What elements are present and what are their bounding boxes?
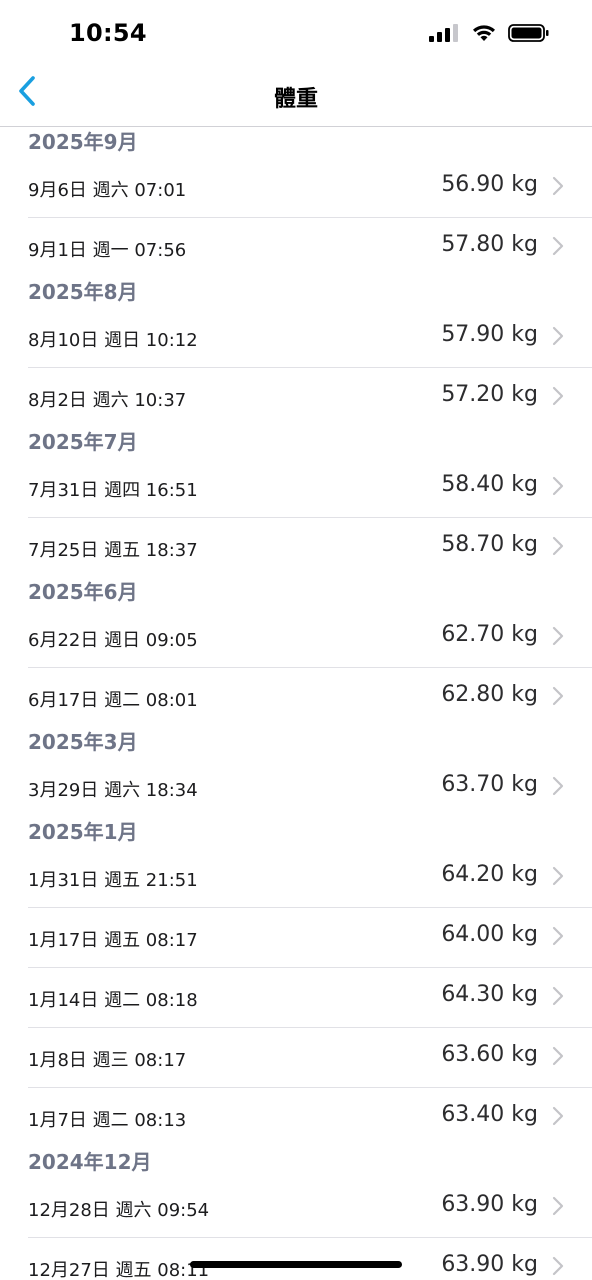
chevron-right-icon [552,386,564,406]
entry-date: 8月2日 週六 10:37 [28,390,187,411]
entry-date: 1月14日 週二 08:18 [28,990,198,1011]
weight-entry-row[interactable]: 8月10日 週日 10:12 57.90 kg [0,307,592,367]
entry-date: 9月6日 週六 07:01 [28,180,187,201]
month-group: 2025年6月 6月22日 週日 09:05 62.70 kg 6月17日 週二 08… [0,577,592,727]
chevron-right-icon [552,1196,564,1216]
chevron-right-icon [552,176,564,196]
weight-entry-row[interactable]: 12月27日 週五 08:11 63.90 kg [0,1237,592,1280]
chevron-right-icon [552,236,564,256]
entry-date: 1月17日 週五 08:17 [28,930,198,951]
weight-entry-row[interactable]: 1月8日 週三 08:17 63.60 kg [0,1027,592,1087]
page-title: 體重 [273,87,318,112]
entry-weight-value: 64.20 kg [441,862,538,887]
weight-entry-row[interactable]: 9月6日 週六 07:01 56.90 kg [0,157,592,217]
weight-entry-row[interactable]: 1月31日 週五 21:51 64.20 kg [0,847,592,907]
weight-entry-row[interactable]: 7月25日 週五 18:37 58.70 kg [0,517,592,577]
chevron-right-icon [552,1046,564,1066]
month-group: 2025年9月 9月6日 週六 07:01 56.90 kg 9月1日 週一 07:5… [0,127,592,277]
chevron-right-icon [552,1256,564,1276]
month-group: 2025年3月 3月29日 週六 18:34 63.70 kg [0,727,592,817]
entry-date: 1月31日 週五 21:51 [28,870,198,891]
entry-date: 6月17日 週二 08:01 [28,690,198,711]
weight-entry-row[interactable]: 1月7日 週二 08:13 63.40 kg [0,1087,592,1147]
entry-weight-value: 63.60 kg [441,1042,538,1067]
entry-weight-value: 58.70 kg [441,532,538,557]
chevron-right-icon [552,776,564,796]
month-group: 2025年1月 1月31日 週五 21:51 64.20 kg 1月17日 週五 08… [0,817,592,1147]
entry-weight-value: 57.80 kg [441,232,538,257]
entry-weight-value: 63.90 kg [441,1252,538,1277]
entry-weight-value: 58.40 kg [441,472,538,497]
status-icons [428,23,550,47]
entry-date: 7月31日 週四 16:51 [28,480,198,501]
chevron-right-icon [552,476,564,496]
section-header: 2024年12月 [28,1150,152,1174]
weight-record-list[interactable]: 2025年9月 9月6日 週六 07:01 56.90 kg 9月1日 週一 07:5… [0,127,592,1280]
weight-entry-row[interactable]: 9月1日 週一 07:56 57.80 kg [0,217,592,277]
weight-entry-row[interactable]: 12月28日 週六 09:54 63.90 kg [0,1177,592,1237]
status-bar: 10:54 [0,0,592,70]
navigation-bar: 體重 [0,70,592,127]
chevron-right-icon [552,866,564,886]
entry-weight-value: 62.80 kg [441,682,538,707]
chevron-right-icon [552,626,564,646]
entry-weight-value: 64.30 kg [441,982,538,1007]
entry-weight-value: 63.90 kg [441,1192,538,1217]
month-group: 2025年7月 7月31日 週四 16:51 58.40 kg 7月25日 週五 18… [0,427,592,577]
wifi-icon [470,23,498,47]
weight-entry-row[interactable]: 1月17日 週五 08:17 64.00 kg [0,907,592,967]
section-header: 2025年9月 [28,130,138,154]
section-header: 2025年1月 [28,820,138,844]
section-header: 2025年7月 [28,430,138,454]
entry-date: 12月28日 週六 09:54 [28,1200,210,1221]
entry-date: 7月25日 週五 18:37 [28,540,198,561]
entry-weight-value: 63.70 kg [441,772,538,797]
weight-entry-row[interactable]: 1月14日 週二 08:18 64.30 kg [0,967,592,1027]
weight-entry-row[interactable]: 7月31日 週四 16:51 58.40 kg [0,457,592,517]
entry-date: 6月22日 週日 09:05 [28,630,198,651]
entry-date: 12月27日 週五 08:11 [28,1260,210,1280]
entry-weight-value: 57.20 kg [441,382,538,407]
weight-entry-row[interactable]: 8月2日 週六 10:37 57.20 kg [0,367,592,427]
cellular-signal-icon [428,23,460,47]
entry-weight-value: 64.00 kg [441,922,538,947]
entry-date: 3月29日 週六 18:34 [28,780,198,801]
entry-weight-value: 57.90 kg [441,322,538,347]
weight-entry-row[interactable]: 6月22日 週日 09:05 62.70 kg [0,607,592,667]
entry-date: 8月10日 週日 10:12 [28,330,198,351]
chevron-right-icon [552,536,564,556]
chevron-right-icon [552,986,564,1006]
section-header: 2025年3月 [28,730,138,754]
chevron-right-icon [552,686,564,706]
month-group: 2025年8月 8月10日 週日 10:12 57.90 kg 8月2日 週六 10:… [0,277,592,427]
entry-weight-value: 63.40 kg [441,1102,538,1127]
chevron-right-icon [552,326,564,346]
entry-date: 1月8日 週三 08:17 [28,1050,187,1071]
entry-weight-value: 62.70 kg [441,622,538,647]
weight-entry-row[interactable]: 3月29日 週六 18:34 63.70 kg [0,757,592,817]
section-header: 2025年6月 [28,580,138,604]
chevron-right-icon [552,1106,564,1126]
battery-icon [508,23,550,47]
entry-weight-value: 56.90 kg [441,172,538,197]
home-indicator[interactable] [190,1261,402,1268]
entry-date: 9月1日 週一 07:56 [28,240,187,261]
section-header: 2025年8月 [28,280,138,304]
status-time: 10:54 [69,19,147,47]
chevron-right-icon [552,926,564,946]
weight-entry-row[interactable]: 6月17日 週二 08:01 62.80 kg [0,667,592,727]
entry-date: 1月7日 週二 08:13 [28,1110,187,1131]
